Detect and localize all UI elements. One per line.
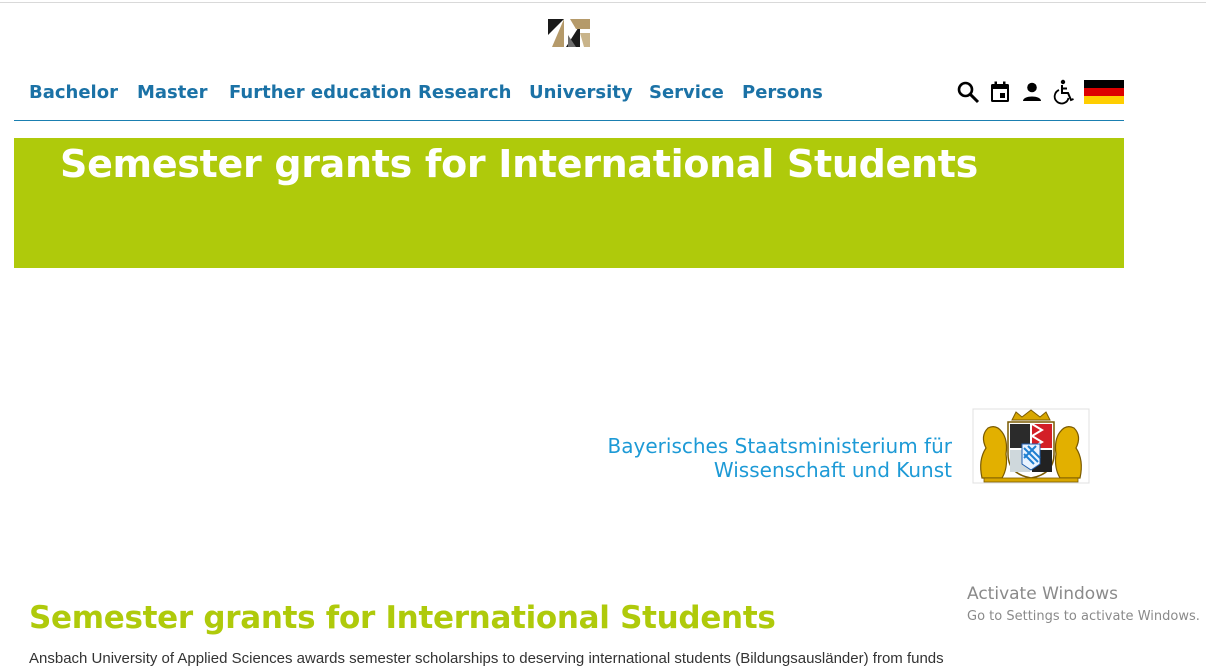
hero-banner: Semester grants for International Studen… xyxy=(14,138,1124,268)
nav-item-further-education[interactable]: Further education xyxy=(229,82,412,103)
nav-item-bachelor[interactable]: Bachelor xyxy=(29,82,118,103)
calendar-icon xyxy=(991,81,1009,102)
nav-item-persons[interactable]: Persons xyxy=(742,82,823,103)
ministry-name-line-1: Bayerisches Staatsministerium für xyxy=(607,434,952,458)
ministry-name: Bayerisches Staatsministerium für Wissen… xyxy=(608,434,952,482)
section-title: Semester grants for International Studen… xyxy=(29,600,776,636)
watermark-title: Activate Windows xyxy=(967,584,1118,604)
accessibility-icon xyxy=(1053,79,1074,105)
ministry-name-line-2: Wissenschaft und Kunst xyxy=(713,458,952,482)
bavarian-coat-of-arms-icon xyxy=(972,408,1090,484)
person-icon xyxy=(1023,82,1041,101)
ministry-logo[interactable]: Bayerisches Staatsministerium für Wissen… xyxy=(580,408,1100,484)
nav-item-university[interactable]: University xyxy=(529,82,633,103)
calendar-button[interactable] xyxy=(986,78,1014,106)
nav-item-master[interactable]: Master xyxy=(137,82,207,103)
nav-item-service[interactable]: Service xyxy=(649,82,724,103)
main-navigation: Bachelor Master Further education Resear… xyxy=(14,72,1124,121)
activate-windows-watermark: Activate Windows Go to Settings to activ… xyxy=(967,584,1200,626)
top-border xyxy=(0,2,1206,3)
login-button[interactable] xyxy=(1018,78,1046,106)
intro-paragraph: Ansbach University of Applied Sciences a… xyxy=(29,650,944,667)
nav-tools xyxy=(954,78,1124,106)
hero-title: Semester grants for International Studen… xyxy=(60,142,978,186)
german-flag-icon[interactable] xyxy=(1084,80,1124,104)
search-button[interactable] xyxy=(954,78,982,106)
nav-item-research[interactable]: Research xyxy=(418,82,512,103)
accessibility-button[interactable] xyxy=(1050,78,1078,106)
university-anniversary-logo[interactable] xyxy=(546,17,592,49)
search-icon xyxy=(957,81,980,104)
watermark-subtitle: Go to Settings to activate Windows. xyxy=(967,609,1200,624)
